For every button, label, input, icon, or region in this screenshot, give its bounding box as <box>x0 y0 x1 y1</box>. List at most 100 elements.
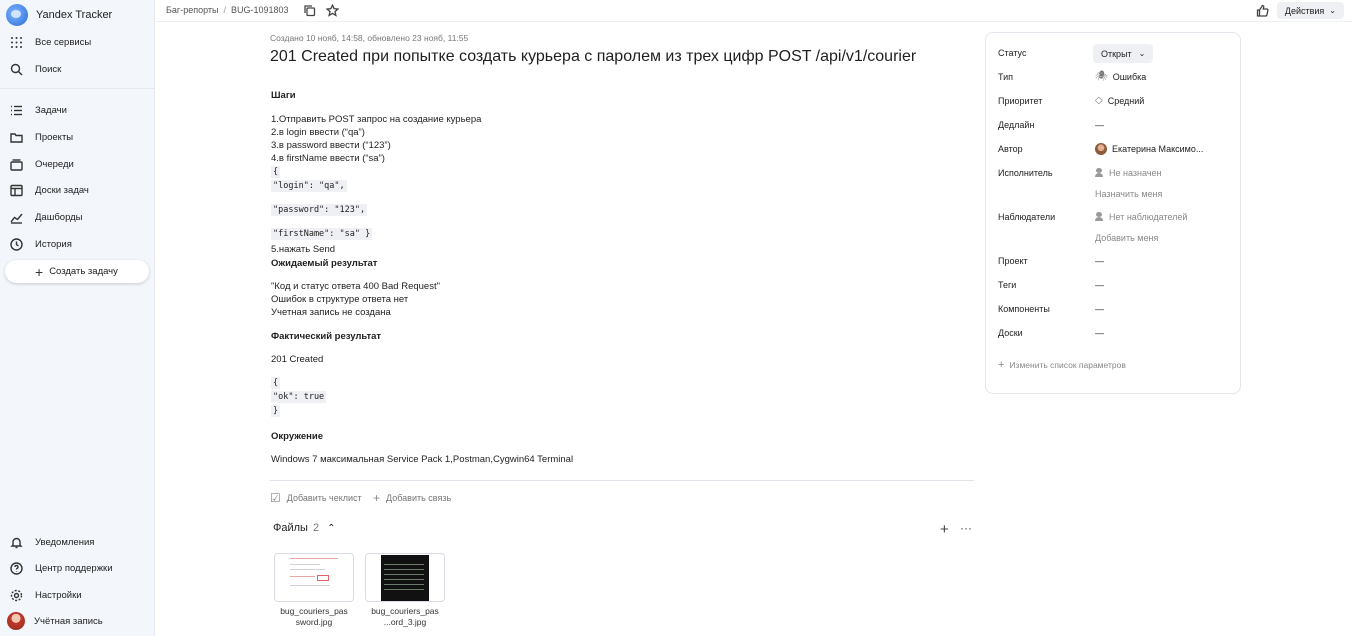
param-label: Проект <box>998 256 1028 266</box>
files-label: Файлы <box>273 522 308 534</box>
breadcrumb-issue[interactable]: BUG-1091803 <box>231 5 289 15</box>
chart-icon <box>10 211 23 224</box>
sidebar-item-label: История <box>35 238 72 250</box>
checklist-icon: ☑ <box>270 491 281 505</box>
star-icon[interactable] <box>325 3 340 17</box>
environment-line: Windows 7 максимальная Service Pack 1,Po… <box>271 454 574 465</box>
sidebar-item-dashboards[interactable]: Дашборды <box>0 206 155 228</box>
file-thumbnail[interactable] <box>365 553 445 602</box>
more-icon[interactable]: ··· <box>960 521 972 535</box>
actions-label: Действия <box>1284 5 1325 16</box>
bug-icon: 🕷 <box>1095 71 1108 82</box>
yandex-tracker-logo <box>6 4 28 26</box>
sidebar-item-history[interactable]: История <box>0 233 155 255</box>
sidebar-item-label: Учётная запись <box>34 615 103 627</box>
tags-value[interactable]: — <box>1095 280 1104 290</box>
thumbs-up-icon[interactable] <box>1256 4 1269 17</box>
files-count: 2 <box>312 522 320 534</box>
help-icon <box>10 561 23 575</box>
assignee-value[interactable]: Не назначен <box>1095 168 1161 178</box>
param-label: Доски <box>998 328 1023 338</box>
step-line: 5.нажать Send <box>271 244 336 255</box>
param-label: Тип <box>998 72 1014 82</box>
chevron-down-icon: ⌄ <box>1329 6 1336 15</box>
sidebar-item-search[interactable]: Поиск <box>0 58 155 80</box>
add-me-link[interactable]: Добавить меня <box>1095 233 1158 243</box>
sidebar-item-notifications[interactable]: Уведомления <box>0 531 155 553</box>
steps-heading: Шаги <box>271 90 296 101</box>
brand[interactable]: Yandex Tracker <box>6 4 112 26</box>
param-label: Наблюдатели <box>998 212 1056 222</box>
boards-value[interactable]: — <box>1095 328 1104 338</box>
expected-heading: Ожидаемый результат <box>271 258 378 269</box>
step-line: 3.в password ввести (“123”) <box>271 140 391 151</box>
avatar <box>7 612 25 630</box>
copy-icon[interactable] <box>303 4 316 17</box>
diamond-icon: ◇ <box>1095 95 1103 106</box>
actions-button[interactable]: Действия ⌄ <box>1276 2 1344 19</box>
sidebar-item-queues[interactable]: Очереди <box>0 153 155 175</box>
add-file-icon[interactable]: + <box>940 521 949 538</box>
code-line: "firstName": "sa" } <box>271 228 373 240</box>
gear-icon <box>10 589 23 602</box>
sidebar-item-all-services[interactable]: Все сервисы <box>0 31 155 53</box>
edit-params-button[interactable]: + Изменить список параметров <box>998 359 1126 371</box>
code-line: { <box>271 166 281 178</box>
project-value[interactable]: — <box>1095 256 1104 266</box>
breadcrumb: Баг-репорты / BUG-1091803 <box>166 5 289 15</box>
clock-icon <box>10 237 23 251</box>
param-label: Статус <box>998 48 1027 58</box>
grid-icon <box>10 36 23 49</box>
sidebar-item-label: Уведомления <box>35 536 95 548</box>
add-checklist-button[interactable]: ☑ Добавить чеклист <box>270 491 362 505</box>
sidebar-item-label: Задачи <box>35 104 67 116</box>
param-label: Дедлайн <box>998 120 1035 130</box>
status-value: Открыт <box>1101 48 1132 59</box>
expected-line: Ошибок в структуре ответа нет <box>271 294 409 305</box>
sidebar-item-boards[interactable]: Доски задач <box>0 179 155 201</box>
watchers-value[interactable]: Нет наблюдателей <box>1095 212 1187 222</box>
file-thumbnail[interactable] <box>274 553 354 602</box>
app-name: Yandex Tracker <box>36 9 113 21</box>
author-value[interactable]: Екатерина Максимо... <box>1095 143 1203 155</box>
chevron-up-icon[interactable]: ⌃ <box>327 523 335 534</box>
status-dropdown[interactable]: Открыт ⌄ <box>1093 44 1154 63</box>
step-line: 2.в login ввести (“qa”) <box>271 127 365 138</box>
create-task-button[interactable]: + Создать задачу <box>5 260 149 283</box>
environment-heading: Окружение <box>271 431 323 442</box>
param-label: Автор <box>998 144 1023 154</box>
file-name[interactable]: bug_couriers_pas sword.jpg <box>274 606 354 628</box>
tasks-icon <box>10 104 23 117</box>
step-line: 1.Отправить POST запрос на создание курь… <box>271 114 482 125</box>
plus-icon: + <box>998 359 1005 371</box>
step-line: 4.в firstName ввести (“sa”) <box>271 153 385 164</box>
add-link-label: Добавить связь <box>386 493 452 503</box>
file-name[interactable]: bug_couriers_pas ...ord_3.jpg <box>365 606 445 628</box>
search-icon <box>10 63 23 76</box>
param-label: Исполнитель <box>998 168 1053 178</box>
sidebar-item-tasks[interactable]: Задачи <box>0 99 155 121</box>
sidebar-item-label: Все сервисы <box>35 36 92 48</box>
code-line: "ok": true <box>271 391 327 403</box>
breadcrumb-queue[interactable]: Баг-репорты <box>166 5 218 15</box>
components-value[interactable]: — <box>1095 304 1104 314</box>
person-icon <box>1095 168 1103 178</box>
chevron-down-icon: ⌄ <box>1138 49 1146 58</box>
sidebar: Yandex Tracker Все сервисы Поиск Задачи … <box>0 0 155 636</box>
sidebar-item-settings[interactable]: Настройки <box>0 584 155 606</box>
sidebar-item-label: Центр поддержки <box>35 562 113 574</box>
priority-value[interactable]: ◇ Средний <box>1095 95 1144 106</box>
breadcrumb-separator: / <box>223 5 226 15</box>
type-value[interactable]: 🕷 Ошибка <box>1095 71 1146 82</box>
sidebar-item-projects[interactable]: Проекты <box>0 126 155 148</box>
folder-icon <box>10 131 23 144</box>
deadline-value[interactable]: — <box>1095 120 1104 130</box>
queue-icon <box>10 158 23 171</box>
add-link-button[interactable]: + Добавить связь <box>373 491 451 505</box>
sidebar-item-account[interactable]: Учётная запись <box>0 610 155 632</box>
plus-icon: + <box>35 263 44 280</box>
sidebar-item-support[interactable]: Центр поддержки <box>0 557 155 579</box>
assign-me-link[interactable]: Назначить меня <box>1095 189 1162 199</box>
sidebar-item-label: Настройки <box>35 589 82 601</box>
page-title[interactable]: 201 Created при попытке создать курьера … <box>270 48 916 66</box>
